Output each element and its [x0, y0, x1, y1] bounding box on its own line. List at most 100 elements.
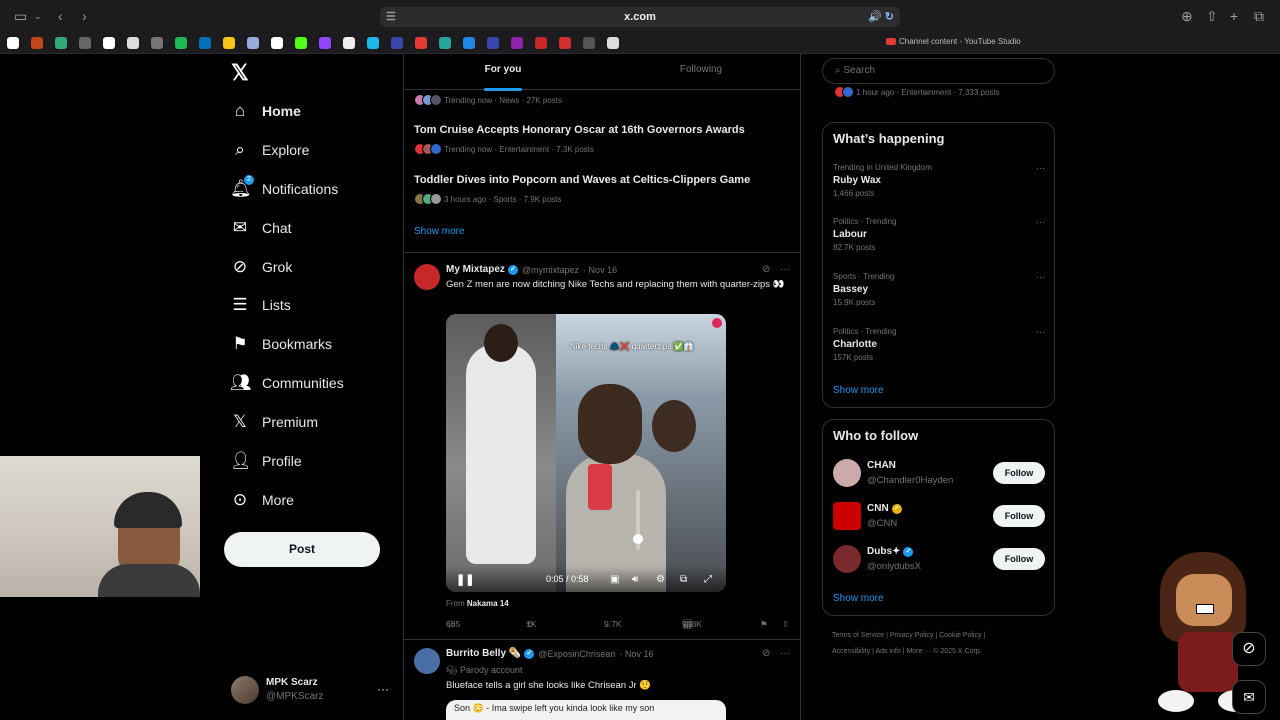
fullscreen-icon[interactable]: ⤢: [704, 574, 712, 585]
trend-item[interactable]: Politics · Trending Charlotte 157K posts…: [833, 327, 1045, 373]
bookmark-icon[interactable]: [391, 37, 403, 49]
trend-item[interactable]: Trending in United Kingdom Ruby Wax 1,46…: [833, 163, 1045, 209]
x-bookmark-icon[interactable]: [127, 37, 139, 49]
bookmark-icon[interactable]: [7, 37, 19, 49]
video-player[interactable]: Nike techs 🧥❌ quarterzips ✅👔 ❚❚ 0:05 / 0…: [446, 314, 726, 592]
nav-communities[interactable]: 👥︎ Communities: [230, 368, 344, 398]
account-switcher[interactable]: MPK Scarz @MPKScarz ···: [231, 674, 391, 706]
post-button[interactable]: Post: [224, 532, 380, 567]
download-icon[interactable]: ⊕: [1181, 8, 1193, 25]
youtube-studio-bookmark[interactable]: Channel content - YouTube Studio: [886, 37, 1021, 46]
bookmark-icon[interactable]: [439, 37, 451, 49]
share-icon[interactable]: ⇧: [782, 619, 789, 630]
bookmark-icon[interactable]: [271, 37, 283, 49]
bookmark-icon[interactable]: [79, 37, 91, 49]
pause-icon[interactable]: ❚❚: [456, 573, 474, 586]
bookmark-icon[interactable]: [151, 37, 163, 49]
more-dots-icon[interactable]: ···: [780, 648, 790, 659]
more-dots-icon[interactable]: ···: [1036, 272, 1045, 282]
search-input[interactable]: ⌕ Search: [822, 58, 1055, 84]
follow-suggestion[interactable]: CNN ✓ @CNN Follow: [833, 501, 1045, 533]
tabs-overview-icon[interactable]: ⧉: [1254, 8, 1264, 25]
bookmark-icon[interactable]: [31, 37, 43, 49]
x-logo[interactable]: 𝕏: [231, 62, 253, 84]
follow-suggestion[interactable]: CHAN @Chandler0Hayden Follow: [833, 458, 1045, 490]
grok-icon[interactable]: ⊘: [762, 648, 770, 659]
grok-icon[interactable]: ⊘: [762, 264, 770, 275]
pip-icon[interactable]: ⧉: [680, 574, 687, 585]
bookmark-icon[interactable]: [607, 37, 619, 49]
nav-profile[interactable]: 👤︎ Profile: [230, 446, 302, 476]
nav-bookmarks[interactable]: ⚑ Bookmarks: [230, 329, 332, 359]
trend-item[interactable]: Sports · Trending Bassey 15.9K posts ···: [833, 272, 1045, 318]
more-dots-icon[interactable]: ···: [1036, 163, 1045, 173]
sidebar-toggle-icon[interactable]: ▭: [14, 8, 27, 25]
bookmark-icon[interactable]: [415, 37, 427, 49]
audio-reload-icons[interactable]: 🔊 ↻: [868, 7, 894, 27]
more-dots-icon[interactable]: ···: [1036, 217, 1045, 227]
bookmark-icon[interactable]: [55, 37, 67, 49]
more-dots-icon[interactable]: ···: [1036, 327, 1045, 337]
tab-following[interactable]: Following: [602, 64, 800, 75]
follow-suggestion[interactable]: Dubs✦ ✓ @onlydubsX Follow: [833, 544, 1045, 576]
volume-slider[interactable]: [633, 490, 643, 550]
nav-premium[interactable]: 𝕏 Premium: [230, 407, 318, 437]
follow-button[interactable]: Follow: [993, 462, 1045, 484]
show-more-link[interactable]: Show more: [414, 226, 465, 237]
bookmark-icon[interactable]: [487, 37, 499, 49]
back-icon[interactable]: ‹: [58, 8, 63, 24]
follow-button[interactable]: Follow: [993, 505, 1045, 527]
nav-notifications[interactable]: 🔔︎ 2 Notifications: [230, 174, 338, 204]
footer-links[interactable]: Accessibility | Ads info | More ··· © 20…: [832, 648, 982, 655]
bookmark-icon[interactable]: [583, 37, 595, 49]
bookmark-icon[interactable]: [103, 37, 115, 49]
avatar[interactable]: [414, 264, 440, 290]
volume-icon[interactable]: 🔊︎: [632, 574, 638, 585]
bookmark-icon[interactable]: [559, 37, 571, 49]
bookmark-icon[interactable]: [295, 37, 307, 49]
nav-home[interactable]: ⌂ Home: [230, 96, 301, 126]
from-source[interactable]: Nakama 14: [467, 599, 509, 608]
nav-lists[interactable]: ☰ Lists: [230, 290, 290, 320]
chevron-down-icon[interactable]: ⌄: [34, 11, 42, 22]
nav-explore[interactable]: ⌕ Explore: [230, 135, 309, 165]
nav-more[interactable]: ⊙ More: [230, 485, 294, 515]
more-dots-icon[interactable]: ···: [780, 264, 790, 275]
bookmark-icon[interactable]: [319, 37, 331, 49]
footer-links[interactable]: Terms of Service | Privacy Policy | Cook…: [832, 632, 985, 639]
show-more-link[interactable]: Show more: [833, 593, 884, 604]
tweet-author[interactable]: My Mixtapez ✓ @mymixtapez · Nov 16: [446, 264, 617, 275]
trend-item[interactable]: Politics · Trending Labour 82.7K posts ·…: [833, 217, 1045, 263]
nav-chat[interactable]: ✉ Chat: [230, 213, 292, 243]
show-more-link[interactable]: Show more: [833, 385, 884, 396]
bookmark-icon[interactable]: [343, 37, 355, 49]
bookmark-icon[interactable]: [463, 37, 475, 49]
address-bar[interactable]: ☰ x.com 🔊 ↻: [380, 7, 900, 27]
bookmark-icon[interactable]: [511, 37, 523, 49]
video-preview[interactable]: Son 😳 - Ima swipe left you kinda look li…: [446, 700, 726, 720]
bookmark-icon[interactable]: [367, 37, 379, 49]
page-settings-icon[interactable]: ☰: [386, 7, 396, 27]
new-tab-icon[interactable]: +: [1230, 8, 1238, 24]
panel-title: Who to follow: [833, 428, 919, 443]
messages-icon[interactable]: ✉: [1232, 680, 1266, 714]
nav-grok[interactable]: ⊘ Grok: [230, 252, 292, 282]
bookmark-icon[interactable]: [247, 37, 259, 49]
trend-title[interactable]: Toddler Dives into Popcorn and Waves at …: [414, 174, 750, 186]
volume-knob[interactable]: [633, 534, 643, 544]
captions-icon[interactable]: ▣: [610, 574, 619, 585]
bookmark-icon[interactable]: [223, 37, 235, 49]
grok-icon[interactable]: ⊘: [1232, 632, 1266, 666]
tab-for-you[interactable]: For you: [404, 64, 602, 91]
tweet-author[interactable]: Burrito Belly 🌯 ✓ @ExposinChrisean · Nov…: [446, 648, 653, 659]
share-icon[interactable]: ⇧: [1206, 8, 1218, 25]
bookmark-icon[interactable]: [175, 37, 187, 49]
bookmark-icon[interactable]: [199, 37, 211, 49]
forward-icon[interactable]: ›: [82, 8, 87, 24]
bookmark-button[interactable]: ⚑: [760, 619, 768, 630]
avatar[interactable]: [414, 648, 440, 674]
trend-title[interactable]: Tom Cruise Accepts Honorary Oscar at 16t…: [414, 124, 745, 136]
settings-icon[interactable]: ⚙: [656, 574, 665, 585]
bookmark-icon[interactable]: [535, 37, 547, 49]
follow-button[interactable]: Follow: [993, 548, 1045, 570]
